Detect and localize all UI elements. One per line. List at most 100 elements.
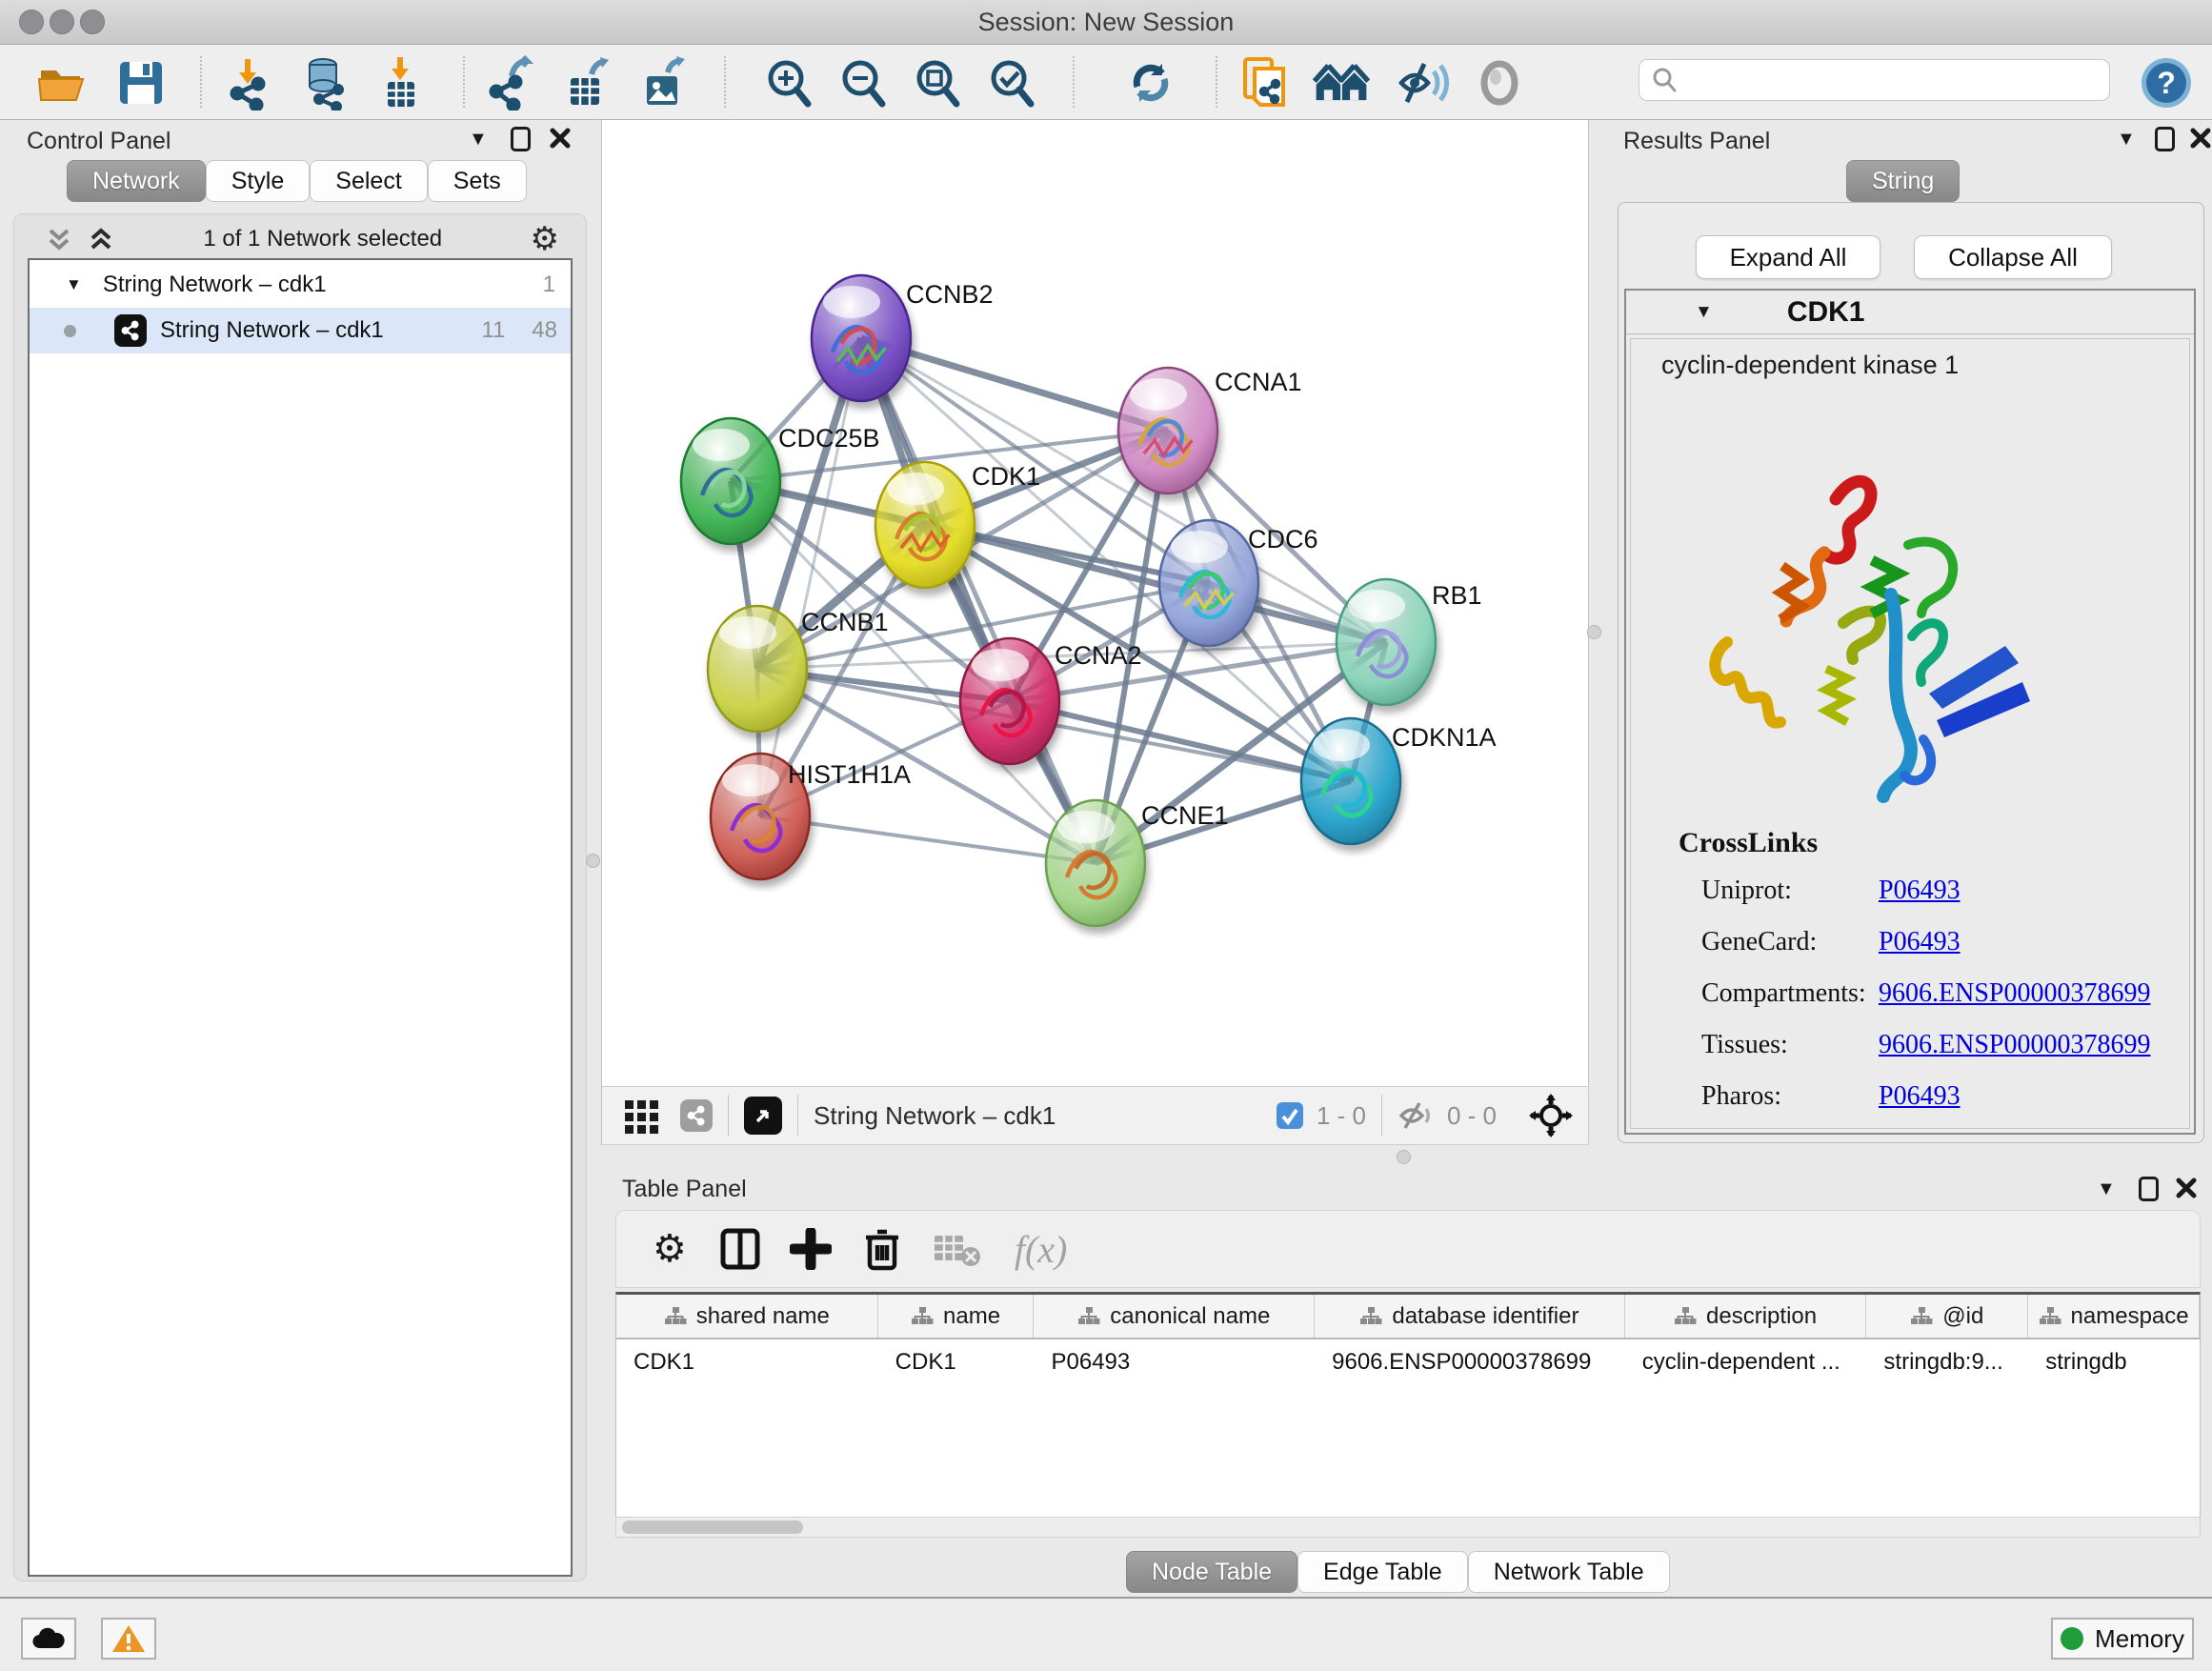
node-CDC6[interactable] bbox=[1159, 520, 1258, 646]
table-cell[interactable]: stringdb:9... bbox=[1866, 1339, 2028, 1385]
panel-menu-icon[interactable]: ▼ bbox=[469, 129, 488, 151]
help-button[interactable]: ? bbox=[2138, 54, 2195, 111]
table-settings-gear-icon[interactable]: ⚙ bbox=[653, 1227, 687, 1271]
tab-sets[interactable]: Sets bbox=[428, 160, 527, 202]
collapse-all-button[interactable]: Collapse All bbox=[1914, 235, 2112, 279]
right-splitter-handle[interactable] bbox=[1587, 625, 1601, 639]
column-header-name[interactable]: name bbox=[878, 1295, 1035, 1338]
memory-button[interactable]: Memory bbox=[2051, 1618, 2194, 1660]
hide-selected-button[interactable] bbox=[1395, 54, 1452, 111]
node-CDKN1A[interactable] bbox=[1301, 718, 1400, 844]
column-header-sharedname[interactable]: shared name bbox=[616, 1295, 878, 1338]
save-session-button[interactable] bbox=[112, 54, 170, 111]
close-panel-icon[interactable] bbox=[549, 127, 572, 150]
birds-eye-view-icon[interactable] bbox=[744, 1097, 782, 1135]
gene-section-header[interactable]: ▼ CDK1 bbox=[1626, 291, 2194, 334]
expand-all-icon[interactable] bbox=[87, 225, 115, 253]
column-header-canonicalname[interactable]: canonical name bbox=[1034, 1295, 1315, 1338]
crosslink-value-link[interactable]: P06493 bbox=[1879, 927, 1961, 957]
zoom-fit-button[interactable] bbox=[909, 54, 966, 111]
table-cell[interactable]: P06493 bbox=[1034, 1339, 1315, 1385]
scrollbar-thumb[interactable] bbox=[622, 1520, 803, 1534]
edge-CCNB2-HIST1H1A[interactable] bbox=[760, 338, 861, 816]
refresh-button[interactable] bbox=[1122, 54, 1179, 111]
table-horizontal-scrollbar[interactable] bbox=[615, 1517, 2201, 1538]
control-panel-tabs: NetworkStyleSelectSets bbox=[67, 160, 527, 202]
crosslink-value-link[interactable]: 9606.ENSP00000378699 bbox=[1879, 978, 2150, 1009]
warning-status-button[interactable] bbox=[101, 1618, 156, 1660]
export-table-button[interactable] bbox=[558, 54, 615, 111]
export-network-button[interactable] bbox=[482, 54, 539, 111]
table-cell[interactable]: 9606.ENSP00000378699 bbox=[1315, 1339, 1625, 1385]
network-view-canvas[interactable]: CCNB2CCNA1CDC25BCDK1CDC6RB1CCNB1CCNA2CDK… bbox=[601, 120, 1589, 1086]
node-CDK1[interactable] bbox=[875, 462, 975, 588]
collapse-all-icon[interactable] bbox=[45, 225, 73, 253]
zoom-selected-button[interactable] bbox=[983, 54, 1040, 111]
tab-edge-table[interactable]: Edge Table bbox=[1297, 1551, 1468, 1593]
cloud-status-button[interactable] bbox=[21, 1618, 76, 1660]
delete-table-icon[interactable] bbox=[933, 1230, 982, 1268]
clone-network-button[interactable] bbox=[1237, 54, 1294, 111]
close-panel-icon[interactable] bbox=[2175, 1177, 2198, 1199]
search-input[interactable] bbox=[1678, 62, 2109, 98]
table-row[interactable]: CDK1CDK1P064939606.ENSP00000378699cyclin… bbox=[616, 1339, 2200, 1385]
export-image-button[interactable] bbox=[634, 54, 692, 111]
collection-expander-icon[interactable]: ▼ bbox=[66, 275, 82, 294]
table-cell[interactable]: cyclin-dependent ... bbox=[1625, 1339, 1867, 1385]
results-tab-string[interactable]: String bbox=[1846, 160, 1960, 202]
selected-checkbox-icon[interactable] bbox=[1275, 1100, 1305, 1131]
table-cell[interactable]: CDK1 bbox=[616, 1339, 878, 1385]
column-header-databaseidentifier[interactable]: database identifier bbox=[1315, 1295, 1625, 1338]
zoom-in-button[interactable] bbox=[760, 54, 817, 111]
node-CDC25B[interactable] bbox=[681, 418, 780, 544]
import-table-button[interactable] bbox=[372, 54, 429, 111]
table-cell[interactable]: stringdb bbox=[2028, 1339, 2200, 1385]
crosslink-value-link[interactable]: 9606.ENSP00000378699 bbox=[1879, 1030, 2150, 1060]
node-RB1[interactable] bbox=[1337, 579, 1436, 705]
network-options-gear-icon[interactable]: ⚙ bbox=[531, 220, 559, 258]
network-collection-row[interactable]: ▼ String Network – cdk1 1 bbox=[30, 262, 571, 308]
zoom-out-button[interactable] bbox=[835, 54, 892, 111]
left-splitter-handle[interactable] bbox=[586, 854, 600, 868]
float-panel-icon[interactable] bbox=[2139, 1177, 2159, 1201]
node-CCNB1[interactable] bbox=[708, 606, 807, 732]
column-header-namespace[interactable]: namespace bbox=[2028, 1295, 2200, 1338]
import-network-from-database-button[interactable] bbox=[295, 54, 352, 111]
node-CCNB2[interactable] bbox=[812, 275, 911, 401]
tab-node-table[interactable]: Node Table bbox=[1126, 1551, 1297, 1593]
crosslink-value-link[interactable]: P06493 bbox=[1879, 1081, 1961, 1112]
network-row-selected[interactable]: String Network – cdk1 11 48 bbox=[30, 308, 571, 353]
expand-all-button[interactable]: Expand All bbox=[1696, 235, 1880, 279]
panel-menu-icon[interactable]: ▼ bbox=[2117, 129, 2136, 151]
hidden-eye-icon[interactable] bbox=[1398, 1099, 1436, 1132]
open-session-button[interactable] bbox=[34, 54, 91, 111]
node-CCNE1[interactable] bbox=[1046, 800, 1145, 926]
delete-column-icon[interactable] bbox=[862, 1226, 902, 1272]
import-network-button[interactable] bbox=[219, 54, 276, 111]
float-panel-icon[interactable] bbox=[511, 127, 531, 151]
close-panel-icon[interactable] bbox=[2189, 127, 2212, 150]
function-builder-icon[interactable]: f(x) bbox=[1015, 1227, 1068, 1272]
column-header-description[interactable]: description bbox=[1625, 1295, 1867, 1338]
node-CCNA1[interactable] bbox=[1118, 368, 1217, 493]
tab-select[interactable]: Select bbox=[310, 160, 427, 202]
tab-network[interactable]: Network bbox=[67, 160, 206, 202]
bottom-splitter-handle[interactable] bbox=[1397, 1150, 1411, 1164]
float-panel-icon[interactable] bbox=[2155, 127, 2175, 151]
node-CCNA2[interactable] bbox=[960, 638, 1059, 764]
crosslink-value-link[interactable]: P06493 bbox=[1879, 876, 1961, 906]
add-column-icon[interactable] bbox=[790, 1228, 832, 1270]
tab-network-table[interactable]: Network Table bbox=[1468, 1551, 1670, 1593]
show-all-button[interactable] bbox=[1313, 54, 1370, 111]
column-header-id[interactable]: @id bbox=[1866, 1295, 2028, 1338]
panel-menu-icon[interactable]: ▼ bbox=[2097, 1178, 2116, 1200]
grid-view-icon[interactable] bbox=[621, 1095, 663, 1137]
show-columns-icon[interactable] bbox=[719, 1227, 761, 1271]
section-expander-icon[interactable]: ▼ bbox=[1695, 302, 1713, 323]
hidden-count: 0 - 0 bbox=[1447, 1101, 1497, 1131]
tab-style[interactable]: Style bbox=[206, 160, 311, 202]
table-cell[interactable]: CDK1 bbox=[878, 1339, 1035, 1385]
gray-eye-button[interactable] bbox=[1471, 54, 1528, 111]
fit-crosshair-icon[interactable] bbox=[1529, 1094, 1573, 1137]
network-view-string-icon[interactable] bbox=[680, 1099, 713, 1132]
